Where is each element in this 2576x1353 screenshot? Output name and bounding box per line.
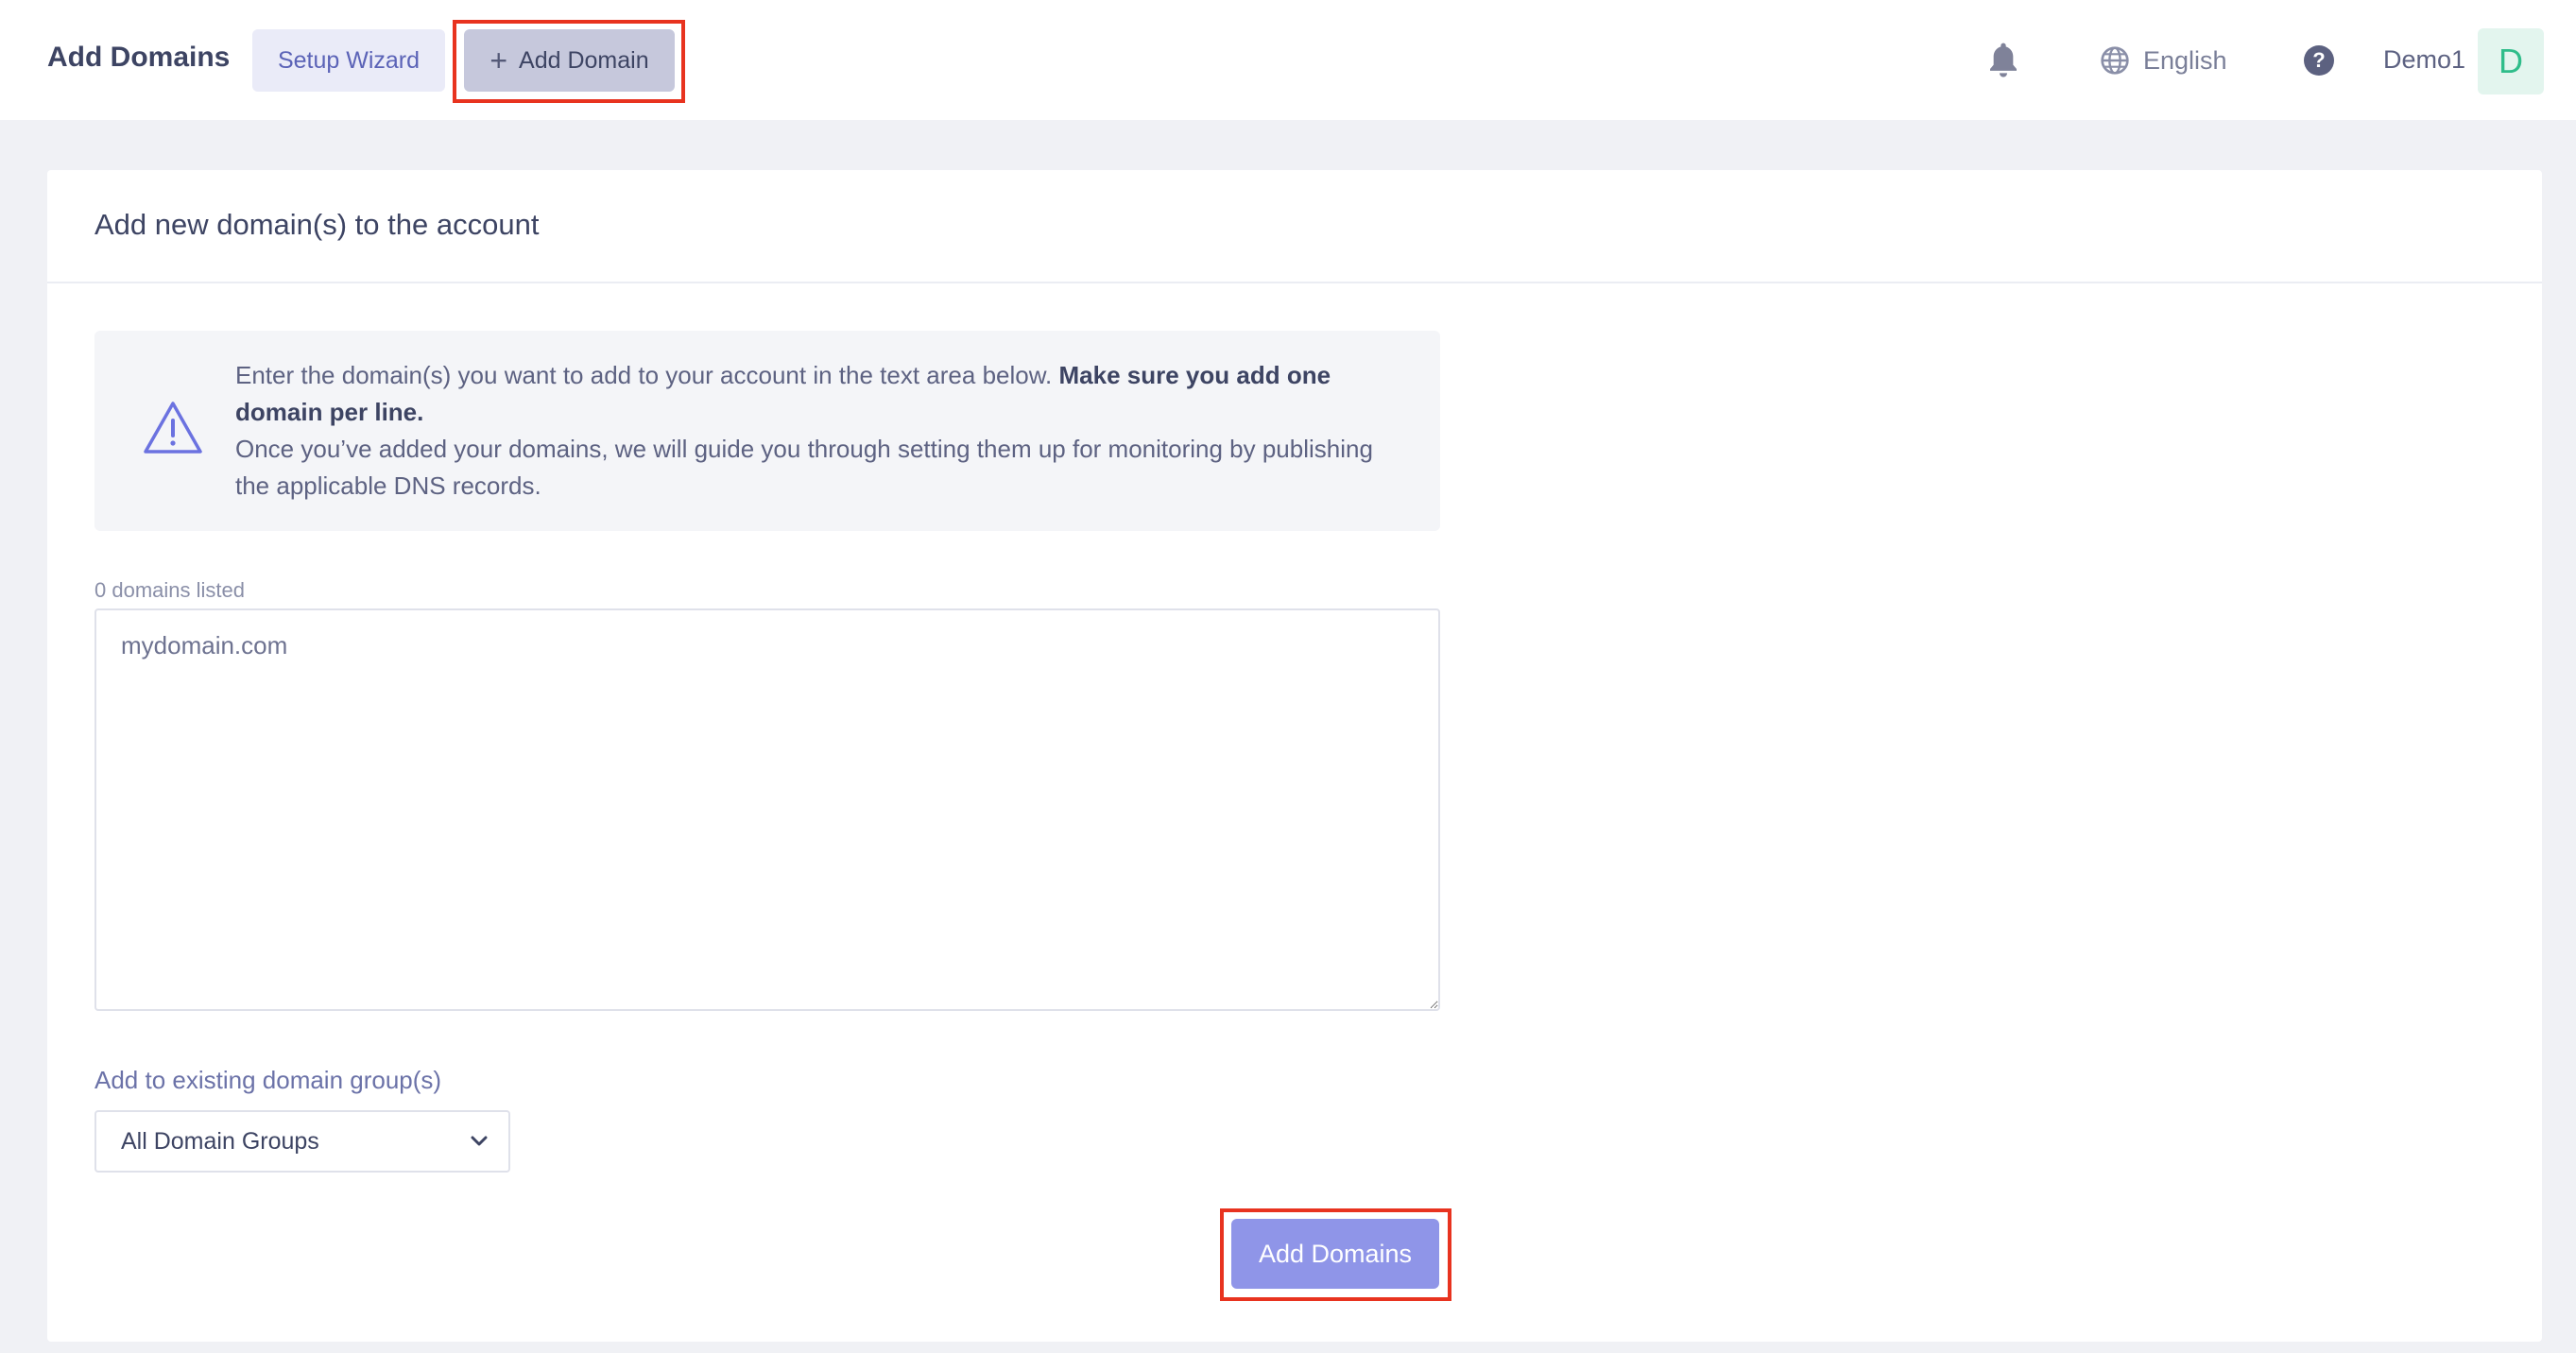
language-selector[interactable]: English (2100, 42, 2227, 79)
globe-icon (2101, 46, 2129, 75)
domains-textarea[interactable] (94, 608, 1440, 1011)
notice-follow: Once you’ve added your domains, we will … (235, 435, 1373, 500)
add-domain-button[interactable]: + Add Domain (464, 29, 675, 92)
domain-group-label: Add to existing domain group(s) (94, 1066, 442, 1094)
domain-group-value: All Domain Groups (121, 1127, 319, 1155)
add-domains-card: Add new domain(s) to the account Enter t… (47, 170, 2542, 1342)
warning-icon (144, 402, 202, 454)
help-icon[interactable]: ? (2304, 45, 2334, 76)
card-title: Add new domain(s) to the account (94, 208, 540, 241)
bell-icon[interactable] (1984, 40, 2022, 81)
setup-wizard-button[interactable]: Setup Wizard (252, 29, 445, 92)
top-bar: Add Domains Setup Wizard + Add Domain En… (0, 0, 2576, 120)
language-label: English (2143, 45, 2227, 75)
info-notice: Enter the domain(s) you want to add to y… (94, 331, 1440, 531)
username[interactable]: Demo1 (2383, 45, 2465, 75)
avatar[interactable]: D (2478, 28, 2544, 94)
domain-group-select[interactable]: All Domain Groups (94, 1110, 510, 1173)
notice-intro: Enter the domain(s) you want to add to y… (235, 361, 1059, 389)
setup-wizard-label: Setup Wizard (277, 46, 421, 74)
add-domain-label: Add Domain (519, 46, 649, 74)
add-domains-submit-button[interactable]: Add Domains (1231, 1219, 1439, 1289)
plus-icon: + (489, 43, 508, 77)
chevron-down-icon (471, 1136, 488, 1146)
notice-text: Enter the domain(s) you want to add to y… (235, 357, 1407, 505)
domain-count: 0 domains listed (94, 578, 245, 602)
page-title: Add Domains (47, 42, 231, 73)
card-header: Add new domain(s) to the account (47, 170, 2542, 283)
add-domains-submit-label: Add Domains (1258, 1239, 1413, 1268)
